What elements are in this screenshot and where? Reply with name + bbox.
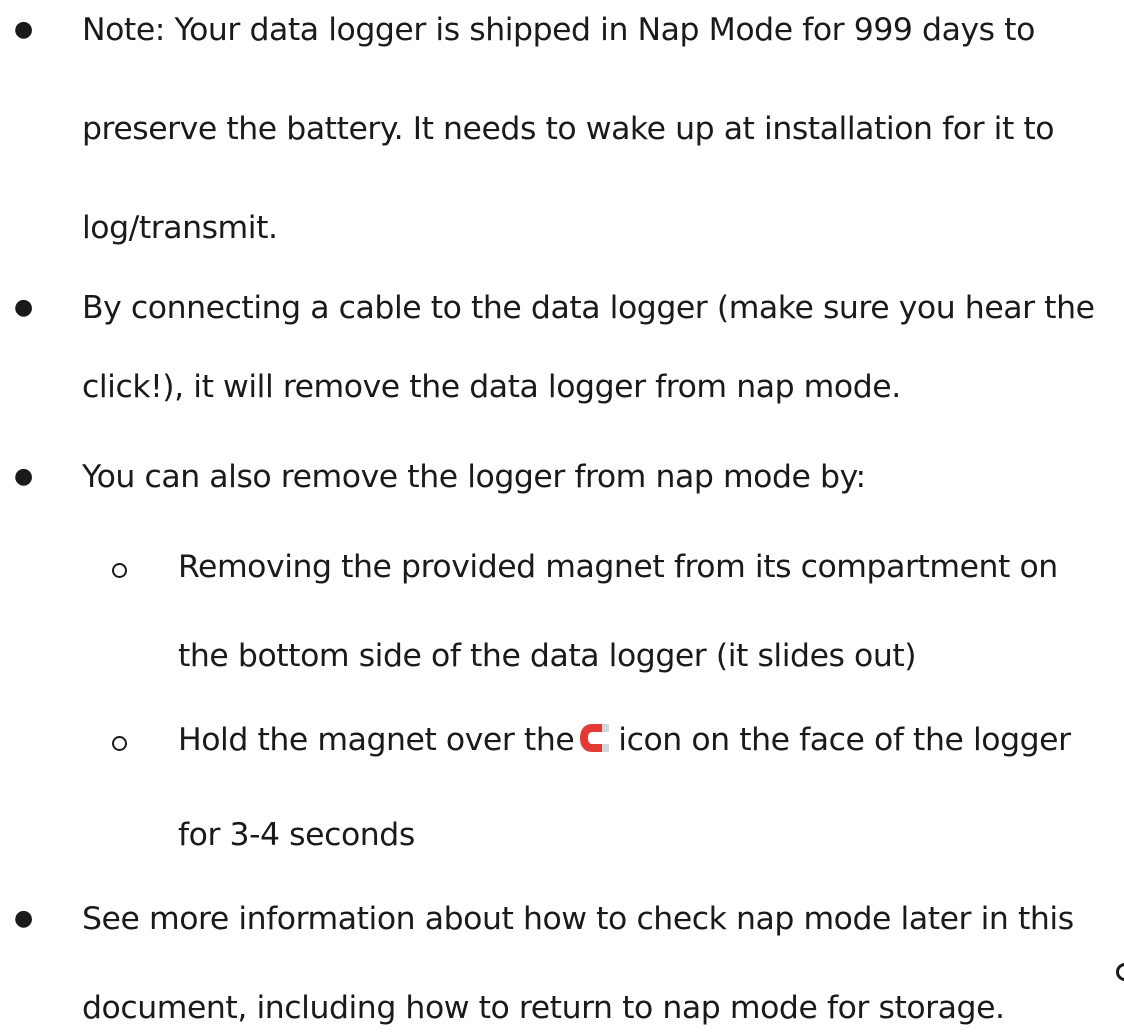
bullet-marker: ● bbox=[14, 295, 34, 320]
bullet-marker: ● bbox=[14, 906, 34, 931]
sub-bullet-marker bbox=[112, 563, 127, 578]
sub-list-item-text: Removing the provided magnet from its co… bbox=[178, 549, 1058, 585]
sub-bullet-marker bbox=[112, 736, 127, 751]
bullet-marker: ● bbox=[14, 464, 34, 489]
sub-list-item-text: Hold the magnet over the icon on the face… bbox=[178, 720, 1071, 760]
bullet-marker: ● bbox=[14, 17, 34, 42]
list-item-text: Note: Your data logger is shipped in Nap… bbox=[82, 12, 1035, 48]
list-item-text: log/transmit. bbox=[82, 210, 278, 246]
list-item-text: By connecting a cable to the data logger… bbox=[82, 290, 1095, 326]
list-item-text: click!), it will remove the data logger … bbox=[82, 369, 901, 405]
list-item-text: preserve the battery. It needs to wake u… bbox=[82, 111, 1055, 147]
clipped-edge-glyph bbox=[1116, 963, 1124, 981]
sub-list-item-text-before-icon: Hold the magnet over the bbox=[178, 722, 575, 758]
sub-list-item-text: the bottom side of the data logger (it s… bbox=[178, 638, 917, 674]
sub-list-item-text: for 3-4 seconds bbox=[178, 817, 415, 853]
list-item-text: document, including how to return to nap… bbox=[82, 990, 1005, 1026]
sub-list-item-text-after-icon: icon on the face of the logger bbox=[618, 722, 1071, 758]
list-item-text: You can also remove the logger from nap … bbox=[82, 459, 866, 495]
list-item-text: See more information about how to check … bbox=[82, 901, 1074, 937]
magnet-icon bbox=[580, 724, 610, 752]
